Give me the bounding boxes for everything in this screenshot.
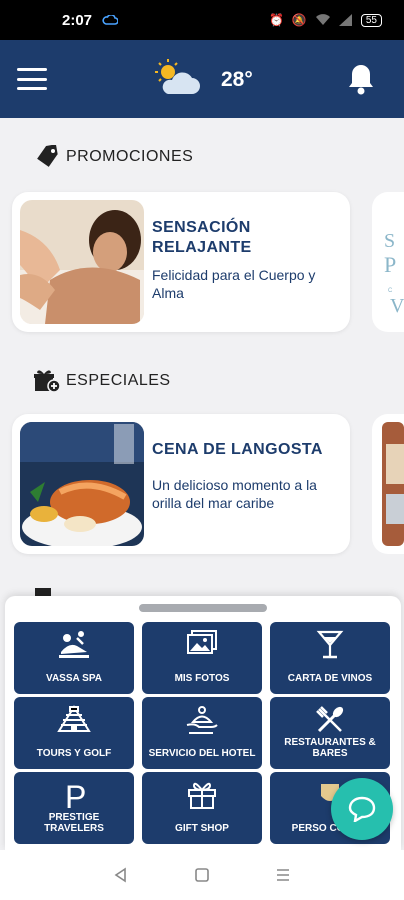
tile-label: VASSA SPA — [46, 673, 102, 684]
section-promociones: PROMOCIONES — [34, 145, 193, 169]
utensils-icon — [316, 706, 344, 733]
status-bar: 2:07 ⏰ 🔕 55 — [0, 0, 404, 40]
tile-label: PRESTIGE TRAVELERS — [44, 812, 104, 834]
chat-button[interactable] — [331, 778, 393, 840]
section-icon-hidden — [35, 588, 51, 596]
svg-text:V: V — [390, 295, 404, 317]
letter-p-icon: P — [65, 780, 86, 812]
svg-text:C: C — [388, 288, 393, 294]
status-icons: ⏰ 🔕 55 — [269, 13, 382, 27]
bell-icon[interactable] — [346, 62, 376, 96]
gift-add-icon — [34, 370, 60, 393]
tag-icon — [37, 145, 58, 167]
battery-indicator: 55 — [360, 13, 382, 27]
logo-peek: S P C V — [384, 230, 404, 317]
lobster-image — [20, 422, 144, 546]
mute-icon: 🔕 — [291, 13, 307, 27]
special-subtitle: Un delicioso momento a la orilla del mar… — [152, 477, 317, 511]
tile-label: TOURS Y GOLF — [36, 748, 112, 759]
tile-servicio-del-hotel[interactable]: SERVICIO DEL HOTEL — [142, 697, 262, 769]
home-icon[interactable] — [194, 867, 210, 883]
menu-icon[interactable] — [17, 68, 47, 90]
signal-icon — [338, 14, 352, 26]
app-header: 28° — [0, 40, 404, 118]
tile-label: RESTAURANTES & BARES — [284, 737, 376, 759]
tile-carta-de-vinos[interactable]: CARTA DE VINOS — [270, 622, 390, 694]
promo-subtitle: Felicidad para el Cuerpo y Alma — [152, 267, 316, 301]
temperature: 28° — [221, 68, 253, 91]
tile-label: CARTA DE VINOS — [287, 673, 373, 684]
back-icon[interactable] — [113, 867, 129, 883]
promo-card[interactable]: SENSACIÓN RELAJANTE Felicidad para el Cu… — [12, 192, 350, 332]
room-service-icon — [186, 706, 218, 734]
photos-icon — [187, 630, 217, 654]
status-time: 2:07 — [62, 11, 93, 29]
gift-icon — [188, 782, 216, 809]
system-nav-bar — [0, 850, 404, 900]
tile-vassa-spa[interactable]: VASSA SPA — [14, 622, 134, 694]
sheet-handle[interactable] — [139, 604, 267, 612]
restaurant-peek-image — [382, 422, 404, 546]
alarm-icon: ⏰ — [268, 13, 284, 27]
tile-label: GIFT SHOP — [175, 823, 229, 834]
tile-label: SERVICIO DEL HOTEL — [148, 748, 256, 759]
promo-card-next[interactable]: S P C V — [372, 192, 404, 332]
section-title-especiales: ESPECIALES — [66, 372, 171, 389]
tile-tours-y-golf[interactable]: TOURS Y GOLF — [14, 697, 134, 769]
partly-sunny-icon — [155, 59, 200, 94]
cloud-icon — [102, 15, 119, 25]
svg-text:P: P — [65, 780, 86, 812]
wifi-icon — [315, 14, 330, 25]
special-card-next[interactable] — [372, 414, 404, 554]
recents-icon[interactable] — [275, 867, 291, 883]
tile-label: MIS FOTOS — [174, 673, 230, 684]
pyramid-icon — [57, 705, 91, 732]
special-title: CENA DE LANGOSTA — [152, 441, 323, 458]
tile-prestige-travelers[interactable]: P PRESTIGE TRAVELERS — [14, 772, 134, 844]
spa-image — [20, 200, 144, 324]
tile-restaurantes-bares[interactable]: RESTAURANTES & BARES — [270, 697, 390, 769]
section-especiales: ESPECIALES — [34, 369, 171, 393]
tile-mis-fotos[interactable]: MIS FOTOS — [142, 622, 262, 694]
section-title-promociones: PROMOCIONES — [66, 148, 194, 165]
massage-icon — [59, 631, 89, 658]
wine-glass-icon — [316, 630, 344, 659]
svg-text:P: P — [384, 252, 396, 277]
svg-text:S: S — [384, 230, 395, 252]
tile-gift-shop[interactable]: GIFT SHOP — [142, 772, 262, 844]
special-card[interactable]: CENA DE LANGOSTA Un delicioso momento a … — [12, 414, 350, 554]
chat-bubble-icon — [348, 796, 376, 822]
promo-title: SENSACIÓN RELAJANTE — [152, 219, 252, 256]
